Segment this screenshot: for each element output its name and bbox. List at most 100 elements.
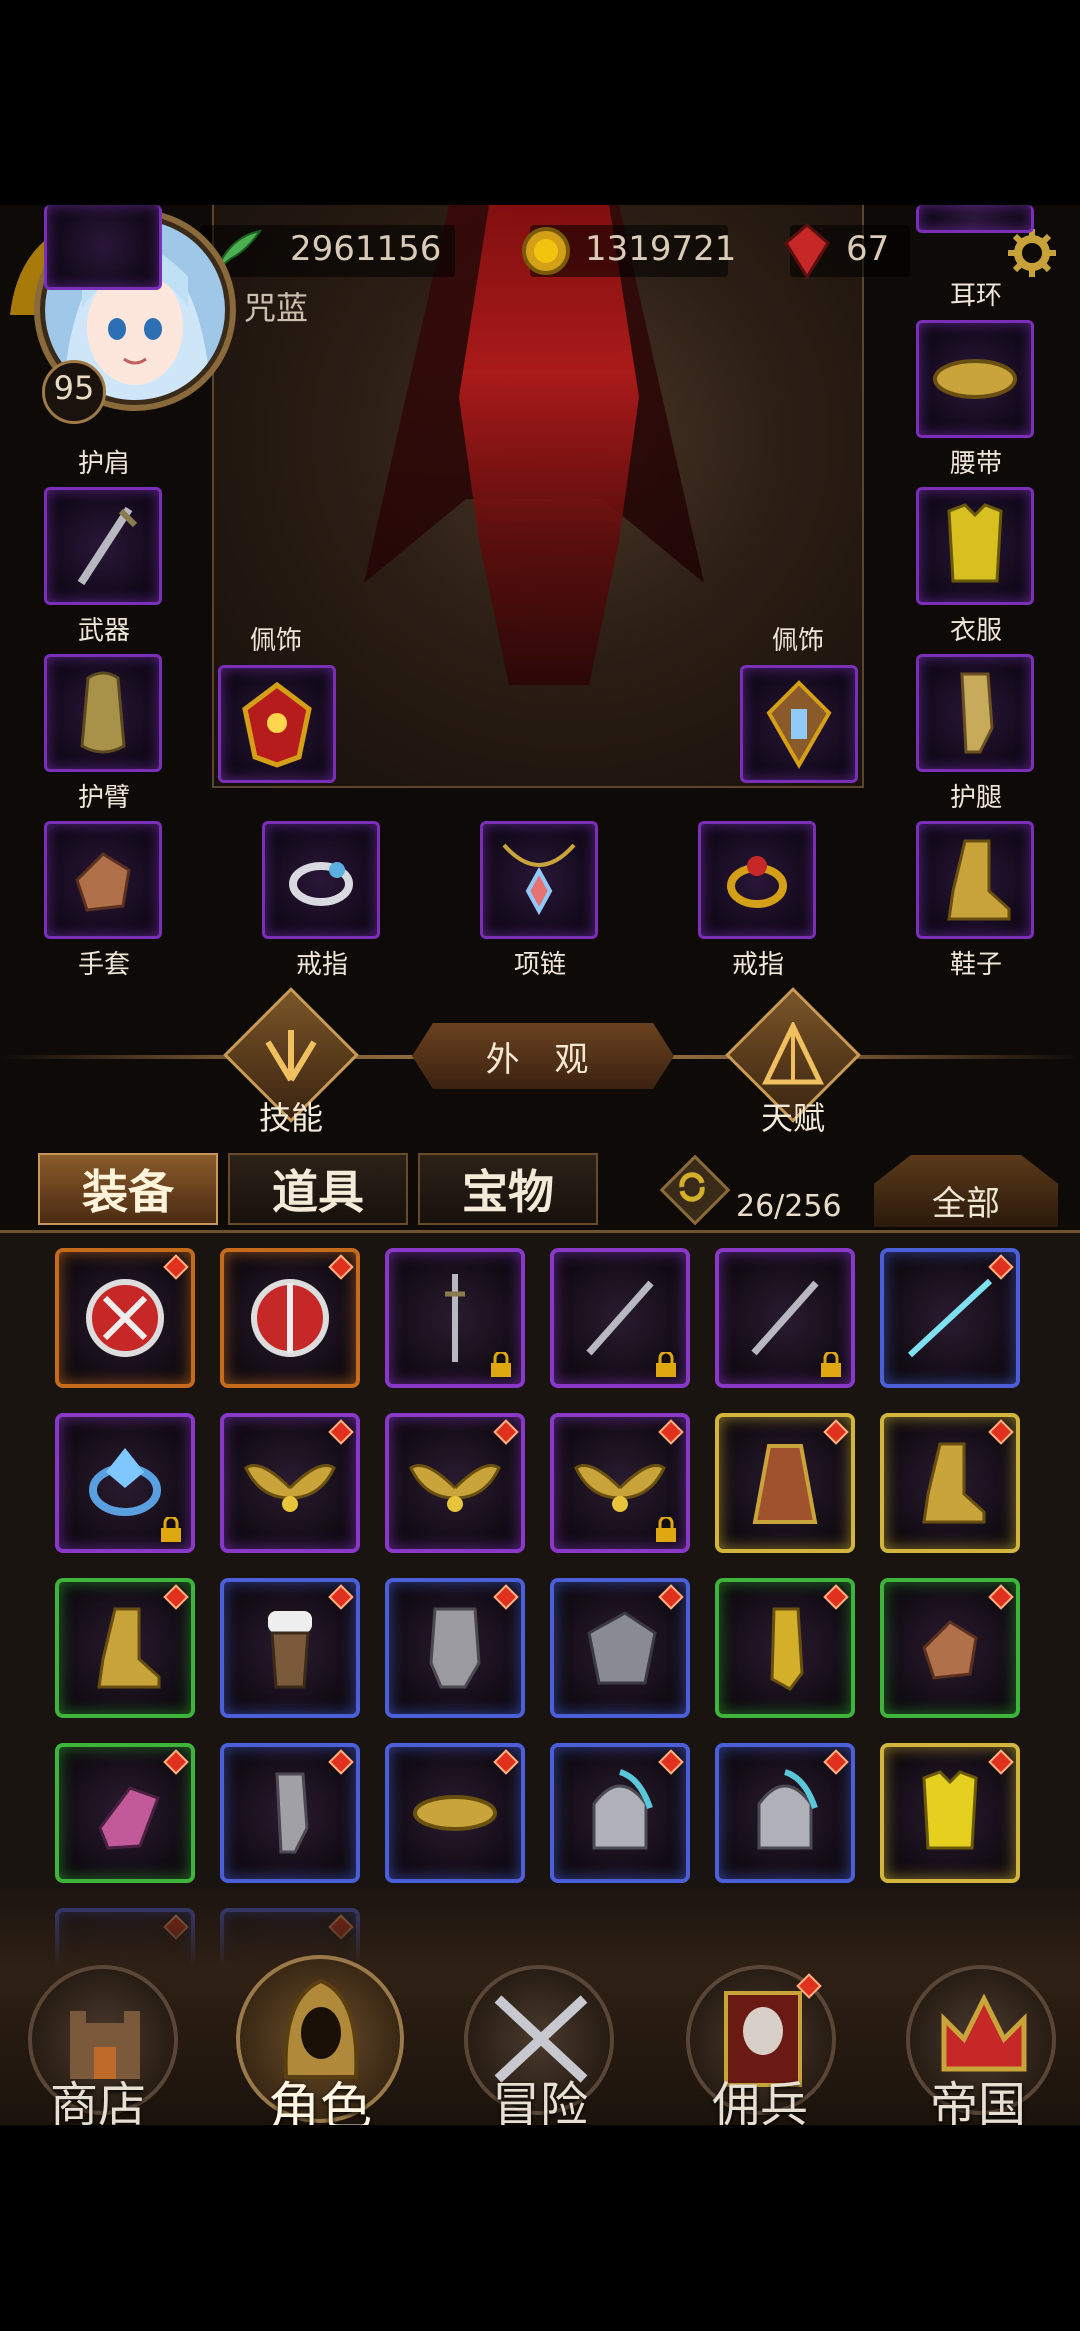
inventory-item[interactable] bbox=[550, 1248, 690, 1388]
inventory-item[interactable] bbox=[220, 1743, 360, 1883]
accessory-left-label: 佩饰 bbox=[249, 626, 302, 656]
settings-gear-icon[interactable] bbox=[1006, 227, 1058, 279]
nav-adventure-label: 冒险 bbox=[491, 2077, 588, 2125]
game-screen: 2961156 1319721 67 95 咒蓝 护肩 武器 护臂 耳环 腰带 … bbox=[0, 205, 1080, 2125]
earring-label: 耳环 bbox=[949, 281, 1002, 311]
tab-equipment[interactable]: 装备 bbox=[38, 1153, 218, 1225]
boots-icon bbox=[922, 1442, 986, 1524]
boots-icon bbox=[97, 1607, 161, 1689]
appearance-button[interactable]: 外 观 bbox=[412, 1023, 674, 1089]
nav-empire-label: 帝国 bbox=[929, 2077, 1026, 2125]
talent-label: 天赋 bbox=[760, 1099, 825, 1137]
lock-icon bbox=[491, 1352, 511, 1377]
inventory-capacity: 26/256 bbox=[736, 1189, 842, 1224]
inventory-item[interactable] bbox=[715, 1248, 855, 1388]
necklace-label: 项链 bbox=[513, 950, 566, 980]
lock-icon bbox=[821, 1352, 841, 1377]
inventory-item[interactable] bbox=[715, 1743, 855, 1883]
tab-items[interactable]: 道具 bbox=[228, 1153, 408, 1225]
earring-slot[interactable] bbox=[916, 205, 1034, 233]
tab-treasure[interactable]: 宝物 bbox=[418, 1153, 598, 1225]
bracer-slot[interactable] bbox=[44, 654, 162, 772]
inventory-item[interactable] bbox=[880, 1743, 1020, 1883]
new-badge bbox=[823, 1584, 849, 1610]
golden-glove-icon bbox=[770, 1607, 804, 1691]
bracer-label: 护臂 bbox=[77, 783, 130, 813]
blue-ring-icon bbox=[89, 1448, 161, 1516]
inventory-item[interactable] bbox=[385, 1578, 525, 1718]
lock-icon bbox=[161, 1517, 181, 1542]
new-badge bbox=[328, 1749, 354, 1775]
gloves-icon bbox=[922, 1620, 978, 1680]
inventory-item[interactable] bbox=[220, 1578, 360, 1718]
bracer-icon bbox=[80, 671, 126, 754]
sort-button[interactable] bbox=[659, 1154, 731, 1226]
shoes-slot[interactable] bbox=[916, 821, 1034, 939]
new-badge bbox=[988, 1419, 1014, 1445]
new-badge bbox=[988, 1749, 1014, 1775]
accessory-left-slot[interactable] bbox=[218, 665, 336, 783]
level-text: 95 bbox=[53, 369, 95, 407]
inventory-item[interactable] bbox=[55, 1743, 195, 1883]
ring-left-label: 戒指 bbox=[295, 950, 348, 980]
currency-primary-value: 2961156 bbox=[290, 229, 442, 269]
shoulder-label: 护肩 bbox=[77, 449, 130, 479]
belt-label: 腰带 bbox=[949, 449, 1002, 479]
inventory-item[interactable] bbox=[55, 1248, 195, 1388]
inventory-item[interactable] bbox=[385, 1413, 525, 1553]
new-badge bbox=[823, 1749, 849, 1775]
belt-slot[interactable] bbox=[916, 320, 1034, 438]
new-badge bbox=[658, 1749, 684, 1775]
emblem-shield-icon bbox=[86, 1279, 164, 1357]
gloves-slot[interactable] bbox=[44, 821, 162, 939]
inventory-item[interactable] bbox=[550, 1413, 690, 1553]
lock-icon bbox=[656, 1352, 676, 1377]
gauntlet-icon bbox=[429, 1607, 481, 1689]
inventory-item[interactable] bbox=[385, 1743, 525, 1883]
filter-all-button[interactable]: 全部 bbox=[874, 1155, 1058, 1227]
robe-icon bbox=[752, 1444, 818, 1524]
winged-necklace-icon bbox=[574, 1464, 666, 1512]
necklace-slot[interactable] bbox=[480, 821, 598, 939]
belt-icon bbox=[413, 1795, 497, 1831]
fur-bracer-icon bbox=[268, 1611, 312, 1689]
inventory-item[interactable] bbox=[55, 1413, 195, 1553]
skills-sunburst-icon bbox=[265, 1030, 317, 1082]
ring-left-slot[interactable] bbox=[262, 821, 380, 939]
inventory-item[interactable] bbox=[550, 1743, 690, 1883]
inventory-item[interactable] bbox=[715, 1578, 855, 1718]
ring-right-slot[interactable] bbox=[698, 821, 816, 939]
currency-gems-value: 67 bbox=[846, 229, 890, 269]
sword-icon bbox=[751, 1280, 819, 1356]
ring-right-label: 戒指 bbox=[731, 950, 784, 980]
weapon-label: 武器 bbox=[77, 616, 130, 646]
inventory-item[interactable] bbox=[880, 1413, 1020, 1553]
accessory-right-slot[interactable] bbox=[740, 665, 858, 783]
gloves-label: 手套 bbox=[77, 950, 130, 980]
gold-coin-icon bbox=[522, 227, 570, 275]
ring-gold-icon bbox=[727, 856, 787, 908]
inventory-item[interactable] bbox=[220, 1248, 360, 1388]
inventory-item[interactable] bbox=[55, 1578, 195, 1718]
inventory-item[interactable] bbox=[715, 1413, 855, 1553]
nav-shop-label: 商店 bbox=[49, 2077, 146, 2125]
greaves-icon bbox=[275, 1772, 309, 1854]
nav-character-label: 角色 bbox=[267, 2078, 372, 2125]
inventory-item[interactable] bbox=[880, 1578, 1020, 1718]
gloves-icon bbox=[75, 852, 131, 912]
inventory-item[interactable] bbox=[550, 1578, 690, 1718]
currency-gold-value: 1319721 bbox=[585, 229, 737, 269]
ruby-gem-icon bbox=[784, 223, 830, 279]
shoulder-slot[interactable] bbox=[44, 205, 162, 290]
greaves-slot[interactable] bbox=[916, 654, 1034, 772]
weapon-slot[interactable] bbox=[44, 487, 162, 605]
winged-necklace-icon bbox=[244, 1464, 336, 1512]
skills-label: 技能 bbox=[258, 1099, 323, 1137]
inventory-item[interactable] bbox=[385, 1248, 525, 1388]
clothes-slot[interactable] bbox=[916, 487, 1034, 605]
sword-icon bbox=[77, 506, 138, 586]
inventory-item[interactable] bbox=[220, 1413, 360, 1553]
sword-icon bbox=[586, 1280, 654, 1356]
inventory-item[interactable] bbox=[880, 1248, 1020, 1388]
helmet-icon bbox=[592, 1769, 653, 1850]
